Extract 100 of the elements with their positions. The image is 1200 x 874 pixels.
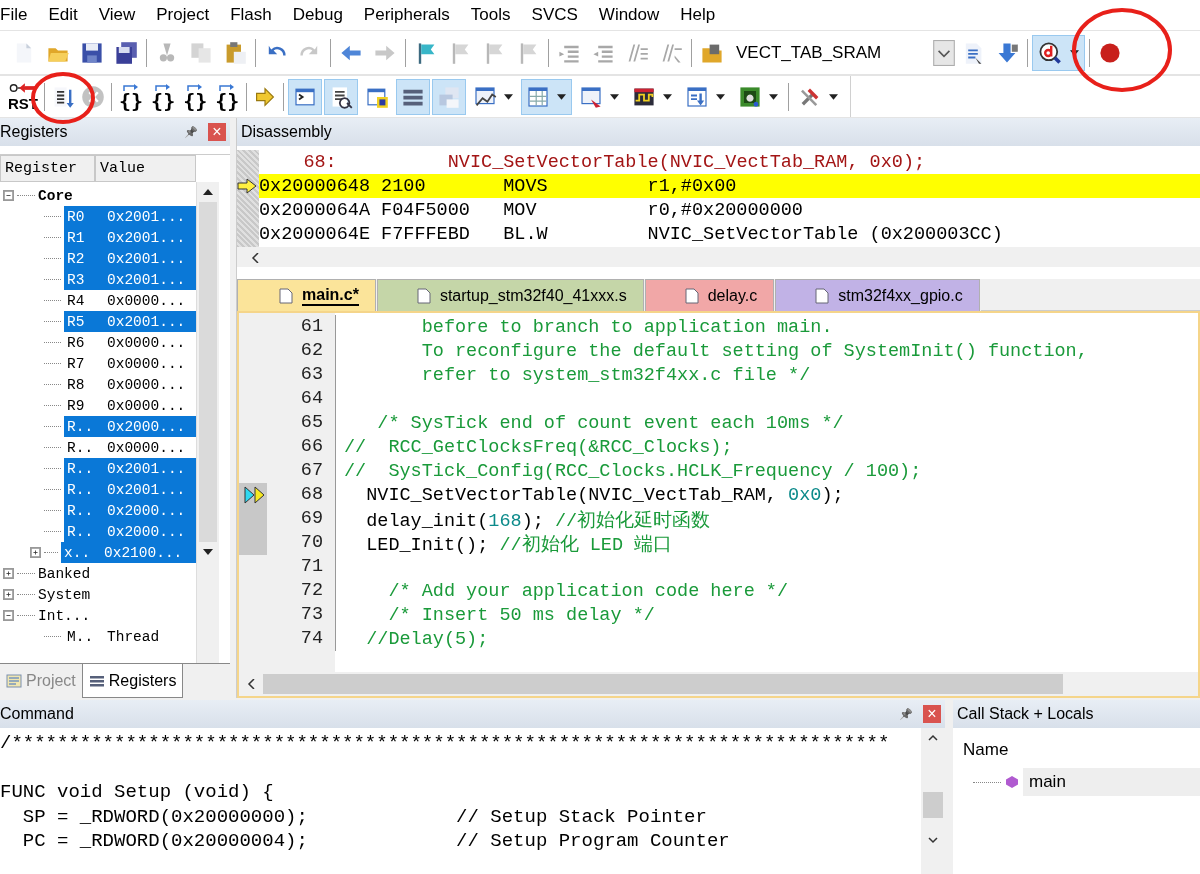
line-number: 67 — [299, 459, 324, 483]
register-name: x.. — [63, 544, 92, 561]
step-button[interactable]: {} — [212, 83, 243, 110]
caret-icon — [716, 93, 726, 100]
register-name: R0 — [66, 208, 86, 225]
line-number: 69 — [299, 507, 324, 531]
menu-item[interactable]: Edit — [38, 5, 89, 25]
opcode: F04F5000 — [381, 199, 471, 221]
register-row[interactable]: M.. Thread — [64, 626, 200, 647]
register-row[interactable]: R.. 0x0000... — [64, 437, 200, 458]
line-number: 66 — [299, 435, 324, 459]
line-number: 68 — [299, 483, 324, 507]
registers-window-button[interactable] — [396, 78, 431, 115]
code-line: NVIC_SetVectorTable(NVIC_VectTab_RAM, 0x0); — [365, 484, 844, 506]
panel-title: Call Stack + Locals — [957, 705, 1094, 723]
register-name: R6 — [66, 334, 86, 351]
register-value: 0x0000... — [107, 334, 186, 351]
panel-title: Disassembly — [241, 123, 332, 141]
debug-session-button[interactable] — [1032, 34, 1086, 71]
expand-icon[interactable] — [3, 589, 14, 600]
code-line: //Delay(5); — [365, 628, 489, 650]
register-row[interactable]: R9 0x0000... — [64, 395, 200, 416]
column-header[interactable]: Register — [0, 155, 95, 182]
register-name: R.. — [66, 523, 95, 540]
close-button[interactable]: × — [923, 705, 941, 723]
menu-item[interactable]: Project — [146, 5, 221, 25]
pin-button[interactable]: 📌 — [184, 125, 198, 139]
menu-item[interactable]: View — [88, 5, 147, 25]
menu-item[interactable]: SVCS — [521, 5, 589, 25]
project-icon — [6, 673, 22, 689]
panel-title: Registers — [0, 123, 68, 141]
pin-button[interactable]: 📌 — [899, 707, 913, 721]
scroll-up-icon[interactable] — [203, 187, 213, 197]
menu-item[interactable]: Window — [588, 5, 671, 25]
expand-icon[interactable] — [30, 547, 41, 558]
file-tab[interactable]: stm32f4xx_gpio.c — [775, 279, 980, 311]
register-row[interactable]: R4 0x0000... — [64, 290, 200, 311]
caret-icon — [504, 93, 514, 100]
column-header[interactable]: Name — [963, 740, 1200, 768]
dropdown-button[interactable] — [933, 39, 956, 66]
tree-item[interactable]: Core — [38, 187, 73, 204]
line-number: 61 — [299, 315, 324, 339]
step-button[interactable]: {} — [116, 83, 147, 110]
collapse-icon[interactable] — [3, 610, 14, 621]
file-tab[interactable]: delay.c — [644, 279, 775, 311]
command-window-button[interactable] — [288, 78, 323, 115]
scrollbar[interactable] — [921, 728, 945, 874]
register-name: R.. — [66, 502, 95, 519]
close-button[interactable]: × — [208, 123, 226, 141]
column-header[interactable]: Value — [95, 155, 196, 182]
scrollbar[interactable] — [239, 672, 1198, 696]
file-tab[interactable]: startup_stm32f40_41xxx.s — [376, 279, 644, 311]
menu-item[interactable]: Debug — [282, 5, 354, 25]
arrow-icon — [123, 83, 140, 92]
line-number: 70 — [299, 531, 324, 555]
register-value: 0x0000... — [107, 376, 186, 393]
memory-window-button[interactable] — [521, 78, 573, 115]
register-value: 0x2001... — [107, 481, 186, 498]
line-number: 74 — [299, 627, 324, 651]
expand-icon[interactable] — [3, 568, 14, 579]
scroll-thumb[interactable] — [923, 792, 943, 818]
arrow-icon — [219, 83, 236, 92]
address: 0x20000648 — [259, 175, 372, 197]
register-row[interactable]: R8 0x0000... — [64, 374, 200, 395]
menu-item[interactable]: Tools — [460, 5, 522, 25]
tree-item[interactable]: Int... — [38, 607, 91, 624]
register-name: R.. — [66, 460, 95, 477]
disassembly-window-button[interactable] — [324, 78, 359, 115]
command-output-line: /***************************************************************************** — [0, 732, 890, 754]
register-name: M.. — [66, 628, 95, 645]
step-button[interactable]: {} — [180, 83, 211, 110]
register-name: R7 — [66, 355, 86, 372]
call-stack-row[interactable]: main — [1023, 768, 1200, 796]
menu-item[interactable]: Peripherals — [353, 5, 461, 25]
scrollbar[interactable] — [196, 182, 219, 663]
line-number: 64 — [299, 387, 324, 411]
tree-item[interactable]: System — [38, 586, 91, 603]
register-row[interactable]: R7 0x0000... — [64, 353, 200, 374]
register-row[interactable]: R6 0x0000... — [64, 332, 200, 353]
step-button[interactable]: {} — [148, 83, 179, 110]
register-name: R.. — [66, 481, 95, 498]
file-tab[interactable]: main.c* — [237, 279, 376, 311]
scroll-down-icon[interactable] — [928, 835, 938, 845]
scroll-up-icon[interactable] — [928, 733, 938, 743]
tree-item[interactable]: Banked — [38, 565, 91, 582]
panel-tab[interactable]: Registers — [81, 664, 184, 698]
target-select[interactable]: VECT_TAB_SRAM — [736, 42, 882, 63]
scroll-thumb[interactable] — [263, 674, 1063, 694]
mnemonic: BL.W — [503, 223, 549, 245]
scroll-left-icon[interactable] — [246, 679, 256, 689]
menu-item[interactable]: File — [0, 5, 39, 25]
menu-item[interactable]: Help — [670, 5, 727, 25]
register-row[interactable]: x.. 0x2100... — [61, 542, 197, 563]
scroll-down-icon[interactable] — [203, 547, 213, 557]
register-value: 0x2000... — [107, 502, 186, 519]
scrollbar[interactable] — [237, 247, 1200, 267]
collapse-icon[interactable] — [3, 190, 14, 201]
line-number: 73 — [299, 603, 324, 627]
scroll-left-icon[interactable] — [250, 253, 260, 263]
menu-item[interactable]: Flash — [220, 5, 283, 25]
